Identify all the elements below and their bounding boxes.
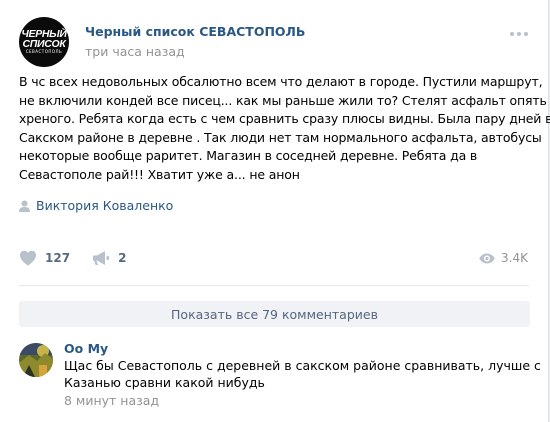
eye-icon (479, 253, 495, 263)
post-text-line: хреного. Ребята когда есть с чем сравнит… (19, 111, 550, 127)
views-counter: 3.4K (479, 249, 528, 267)
post-author-signature[interactable]: Виктория Коваленко (19, 198, 173, 213)
group-avatar[interactable]: ЧЕРНЫЙ СПИСОК СЕВАСТОПОЛЬ (19, 17, 69, 67)
views-count: 3.4K (501, 251, 528, 265)
post-text-line: Сакском районе в деревне . Так люди нет … (19, 129, 542, 145)
post-actions: 127 2 (19, 249, 148, 267)
post-text-line: некоторые вообще раритет. Магазин в сосе… (19, 148, 478, 164)
heart-icon (20, 250, 36, 266)
post-text-line: В чс всех недовольных обсалютно всем что… (19, 74, 543, 89)
wall-post-card: ЧЕРНЫЙ СПИСОК СЕВАСТОПОЛЬ Черный список … (0, 0, 550, 422)
show-all-comments-button[interactable]: Показать все 79 комментариев (19, 301, 530, 327)
comment-text-line: Казанью сравни какой нибудь (64, 375, 265, 390)
post-text-line: не включили кондей все писец... как мы р… (19, 92, 547, 108)
group-avatar-line2: СПИСОК (22, 38, 66, 50)
like-button[interactable]: 127 (19, 250, 70, 266)
commenter-avatar[interactable] (19, 343, 53, 377)
share-count: 2 (118, 251, 127, 265)
post-text: В чс всех недовольных обсалютно всем что… (19, 73, 550, 185)
group-name-link[interactable]: Черный список СЕВАСТОПОЛЬ (85, 24, 305, 39)
comment-text-line: Щас бы Севастополь с деревней в сакском … (64, 358, 541, 373)
post-text-line: Севастополе рай!!! Хватит уже а... не ан… (19, 166, 300, 182)
more-options-icon[interactable] (510, 27, 532, 41)
user-icon (19, 200, 30, 212)
group-avatar-line3: СЕВАСТОПОЛЬ (25, 49, 63, 54)
comment-text: Щас бы Севастополь с деревней в сакском … (64, 357, 541, 391)
like-count: 127 (45, 251, 71, 265)
comment-author-link[interactable]: Оо Му (64, 341, 108, 356)
share-button[interactable]: 2 (92, 250, 126, 266)
post-time[interactable]: три часа назад (85, 44, 185, 59)
post-author-name: Виктория Коваленко (36, 198, 174, 213)
comment-time[interactable]: 8 минут назад (64, 393, 159, 408)
divider (19, 285, 529, 286)
megaphone-icon (93, 251, 110, 265)
